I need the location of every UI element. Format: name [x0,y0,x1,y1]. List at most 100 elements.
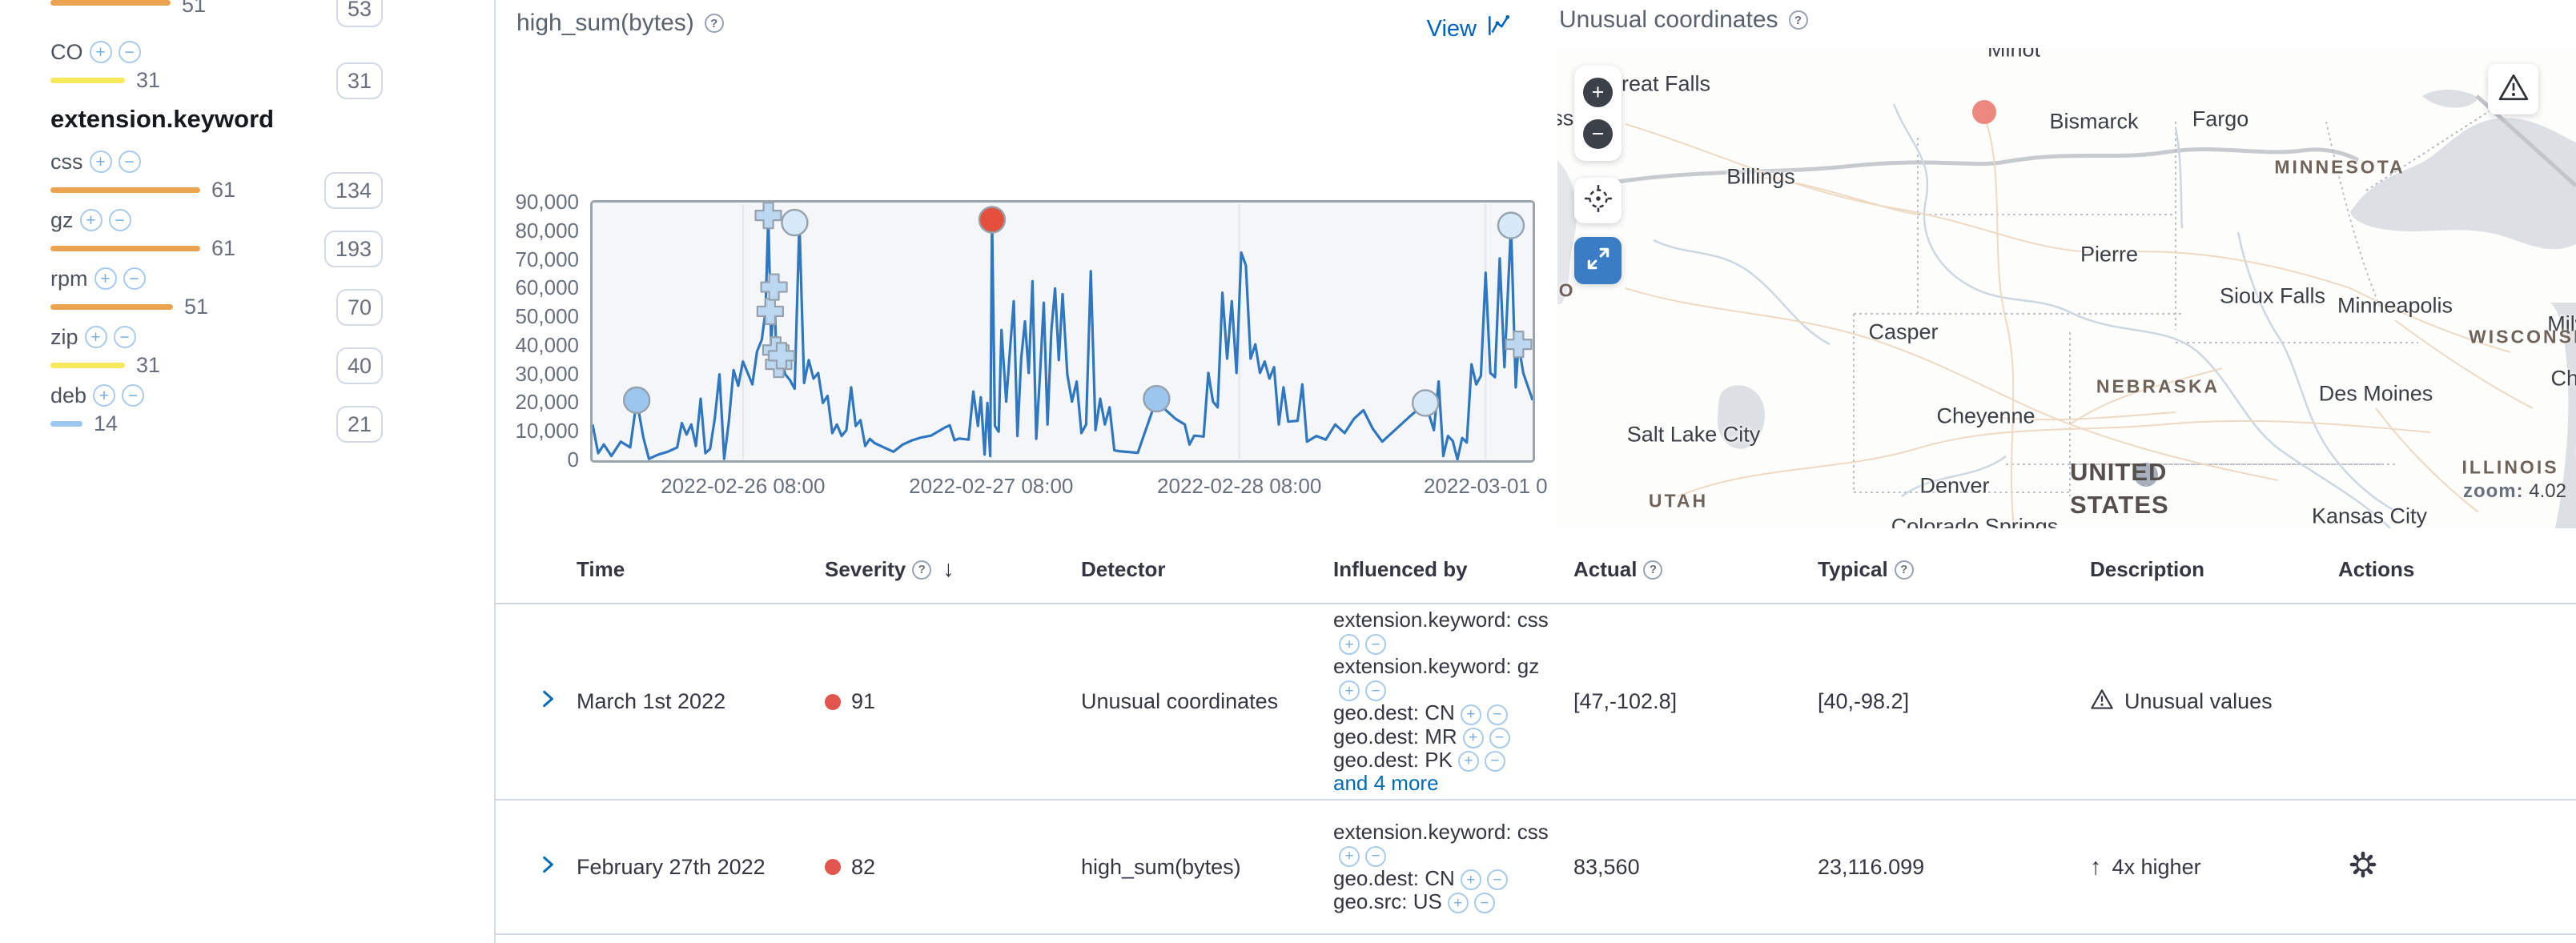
facet-item-rpm[interactable]: rpm + − 51 70 [50,263,494,322]
expand-row-button[interactable] [536,853,559,876]
map-city-label: Des Moines [2319,382,2433,407]
map-zoom-controls: + − [1574,66,1622,161]
map-state-label: UTAH [1649,491,1708,512]
filter-remove-icon[interactable]: − [1365,634,1386,655]
anomaly-chart-panel: high_sum(bytes) ? View 010,00020,00030,0… [496,0,1557,554]
col-header-typical[interactable]: Typical? [1818,557,2090,582]
filter-remove-icon[interactable]: − [123,267,146,290]
filter-remove-icon[interactable]: − [1365,680,1386,701]
filter-add-icon[interactable]: + [1448,893,1469,913]
map-city-label: Cheyenne [1936,404,2035,429]
y-tick-label: 10,000 [496,419,579,443]
cell-description: ↑ 4x higher [2090,854,2338,881]
map-state-label: NEBRASKA [2096,376,2220,398]
zoom-in-button[interactable]: + [1583,78,1613,107]
anomaly-timeseries-plot[interactable] [590,200,1535,463]
view-link-label: View [1427,16,1477,42]
col-header-severity[interactable]: Severity ? ↓ [825,556,1081,583]
fit-to-data-button[interactable] [1574,178,1622,223]
filter-add-icon[interactable]: + [85,326,107,348]
filter-add-icon[interactable]: + [1339,680,1360,701]
y-tick-label: 40,000 [496,333,579,358]
filter-add-icon[interactable]: + [93,384,115,407]
anomaly-location-dot[interactable] [1972,100,1996,124]
facet-value: 51 [182,0,206,18]
help-icon[interactable]: ? [705,14,724,33]
filter-remove-icon[interactable]: − [1487,704,1508,725]
gear-icon[interactable] [2346,848,2380,881]
filter-remove-icon[interactable]: − [1487,869,1508,890]
table-row: February 27th 2022 82 high_sum(bytes) ex… [494,801,2576,935]
cell-time: February 27th 2022 [577,855,825,880]
filter-add-icon[interactable]: + [1461,869,1481,890]
filter-add-icon[interactable]: + [90,150,112,173]
crosshair-icon [1583,183,1614,218]
unusual-coordinates-panel: Unusual coordinates ? [1557,0,2576,530]
facet-label: rpm [50,267,88,291]
map-city-label: Minneapolis [2337,294,2453,319]
map-city-label: Minot [1987,48,2040,62]
show-more-influencers-link[interactable]: and 4 more [1333,771,1439,795]
filter-add-icon[interactable]: + [1461,704,1481,725]
expand-icon [1584,244,1613,277]
facet-count-badge: 53 [336,0,383,27]
filter-add-icon[interactable]: + [1339,846,1360,867]
cell-detector: high_sum(bytes) [1081,855,1333,880]
filter-remove-icon[interactable]: − [114,326,136,348]
cell-severity: 91 [825,689,1081,714]
filter-remove-icon[interactable]: − [1365,846,1386,867]
filter-add-icon[interactable]: + [94,267,117,290]
map-zoom-level: zoom: 4.02 [2463,480,2566,503]
filter-remove-icon[interactable]: − [119,41,141,63]
filter-remove-icon[interactable]: − [1485,751,1505,772]
filter-remove-icon[interactable]: − [1489,728,1510,748]
expand-map-button[interactable] [1574,237,1622,284]
facet-item-css[interactable]: css + − 61 134 [50,146,494,205]
facet-label: deb [50,383,86,408]
help-icon[interactable]: ? [1789,10,1808,30]
col-header-description[interactable]: Description [2090,557,2338,582]
col-header-time[interactable]: Time [577,557,825,582]
filter-remove-icon[interactable]: − [122,384,144,407]
filter-remove-icon[interactable]: − [109,209,131,231]
x-tick-label: 2022-03-01 0 [1389,474,1581,499]
map-title: Unusual coordinates [1559,6,1778,34]
zoom-out-button[interactable]: − [1583,119,1613,149]
facet-item-co[interactable]: CO + − 31 31 [50,37,494,95]
facet-item-deb[interactable]: deb + − 14 21 [50,380,494,439]
map-city-label: Salt Lake City [1627,423,1761,447]
table-header-row: Time Severity ? ↓ Detector Influenced by… [494,530,2576,604]
facet-label: zip [50,325,78,350]
filter-add-icon[interactable]: + [80,209,102,231]
facet-label: gz [50,208,74,233]
help-icon[interactable]: ? [1895,560,1914,580]
view-chart-link[interactable]: View [1427,13,1511,45]
filter-add-icon[interactable]: + [1339,634,1360,655]
facet-value: 61 [211,178,235,203]
chart-title-row: high_sum(bytes) ? [516,10,724,37]
filter-add-icon[interactable]: + [90,41,112,63]
sort-descending-icon[interactable]: ↓ [942,556,954,583]
col-header-influenced-by[interactable]: Influenced by [1333,557,1573,582]
facet-count-badge: 40 [336,347,383,384]
facet-item-zip[interactable]: zip + − 31 40 [50,322,494,380]
filter-add-icon[interactable]: + [1458,751,1479,772]
help-icon[interactable]: ? [1643,560,1662,580]
map-warning-button[interactable] [2488,64,2538,114]
filter-remove-icon[interactable]: − [119,150,141,173]
expand-row-button[interactable] [536,688,559,710]
col-header-detector[interactable]: Detector [1081,557,1333,582]
cell-typical: 23,116.099 [1818,855,2090,880]
anomaly-map[interactable]: MinotGreat FallsMissoulaBillingsBismarck… [1557,48,2576,528]
help-icon[interactable]: ? [912,560,931,580]
cell-actual: 83,560 [1573,855,1818,880]
facet-item-partial[interactable]: 51 53 [50,0,494,30]
filter-add-icon[interactable]: + [1463,728,1484,748]
map-city-label: Bismarck [2049,110,2138,134]
line-chart-icon [1485,13,1511,45]
map-city-label: Chicago [2550,367,2576,391]
y-tick-label: 50,000 [496,304,579,329]
filter-remove-icon[interactable]: − [1474,893,1495,913]
col-header-actual[interactable]: Actual? [1573,557,1818,582]
facet-item-gz[interactable]: gz + − 61 193 [50,205,494,263]
